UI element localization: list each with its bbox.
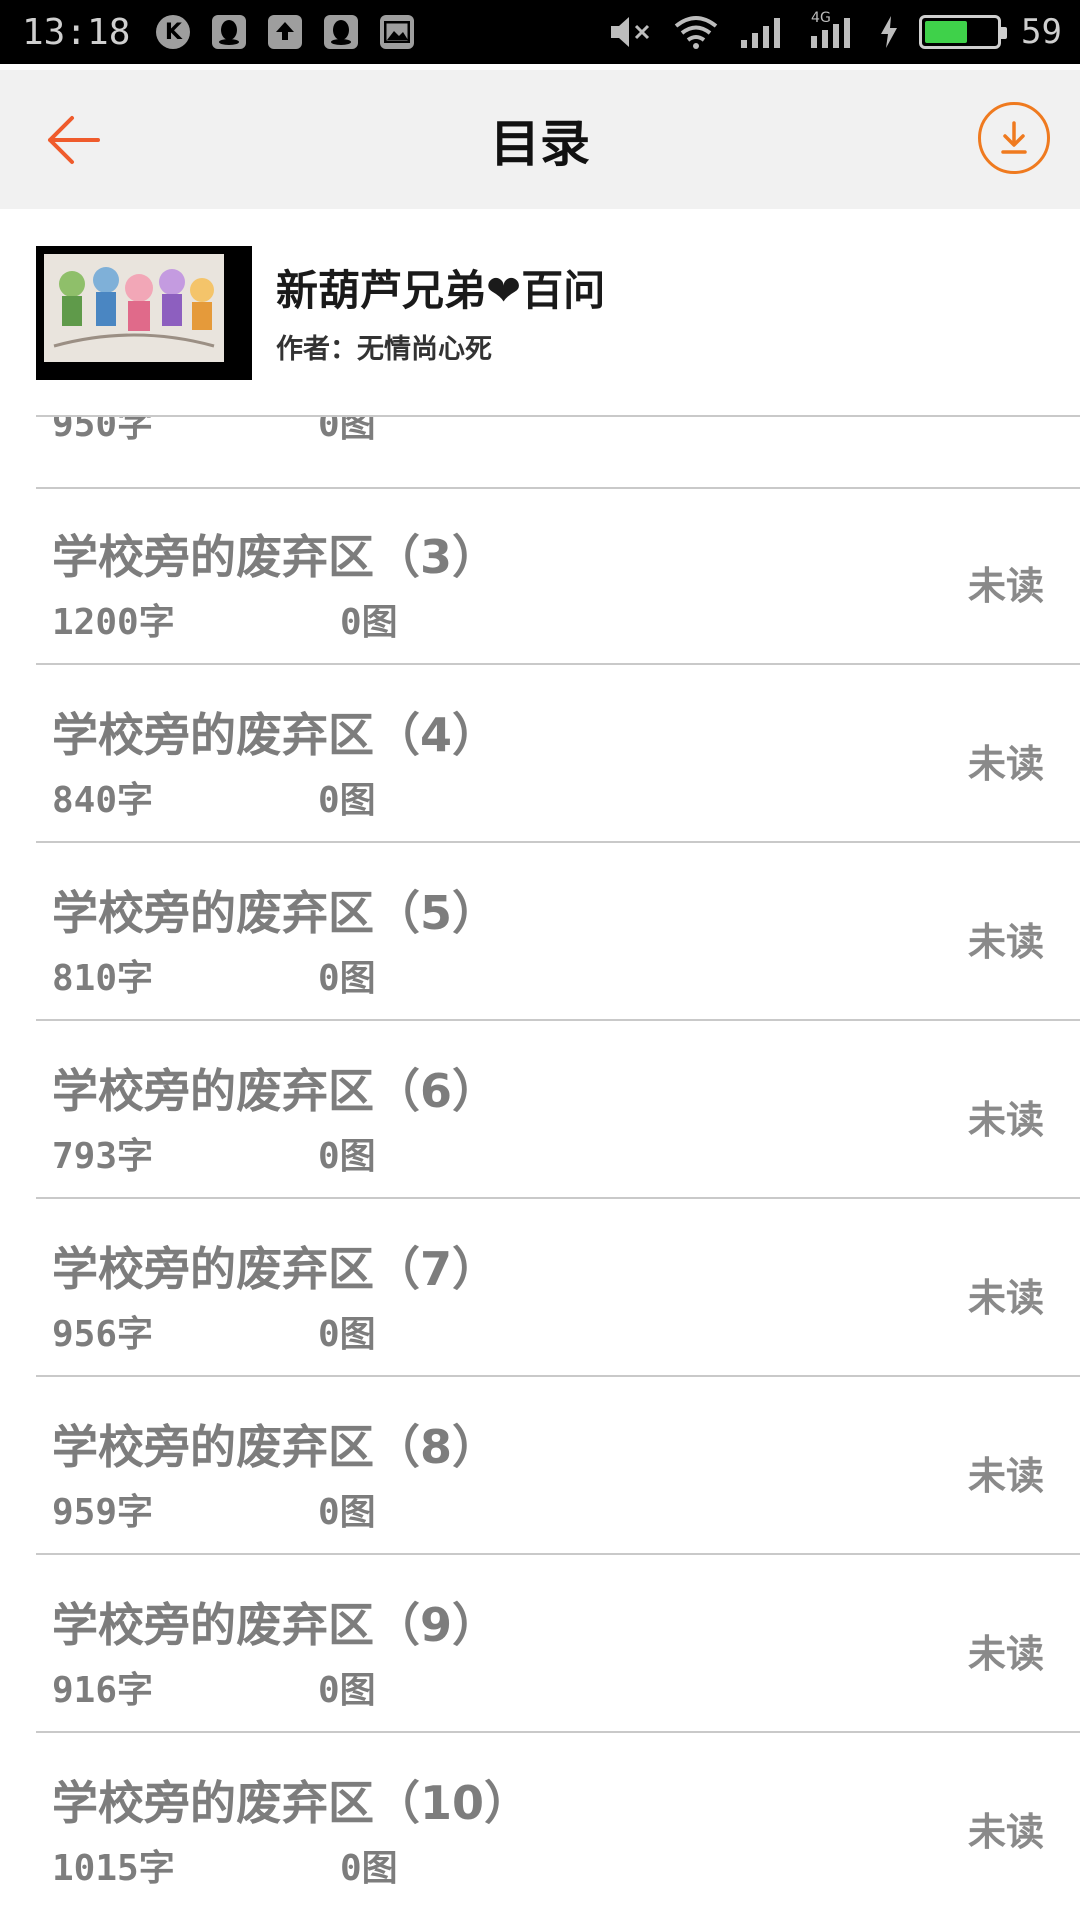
book-title: 新葫芦兄弟❤百问 <box>276 266 606 315</box>
status-time: 13:18 <box>22 11 131 53</box>
signal-icon <box>741 18 781 48</box>
download-icon <box>1001 121 1027 154</box>
read-status: 未读 <box>967 920 1044 964</box>
list-item[interactable]: 学校旁的废弃区（3） 1200字 0图 未读 <box>36 487 1080 665</box>
chapter-title: 学校旁的废弃区（9） <box>52 1598 499 1652</box>
qq-icon <box>324 15 359 49</box>
charging-icon <box>881 16 898 48</box>
list-item-partial[interactable]: 950字 0图 <box>36 417 1080 489</box>
k-icon: K <box>156 15 191 49</box>
chapter-title: 学校旁的废弃区（7） <box>52 1242 499 1296</box>
list-item[interactable]: 学校旁的废弃区（5） 810字 0图 未读 <box>36 843 1080 1021</box>
chapter-title: 学校旁的废弃区（3） <box>52 530 499 584</box>
read-status: 未读 <box>967 1632 1044 1676</box>
chapter-image-count: 0图 <box>340 1848 398 1889</box>
download-button[interactable] <box>978 102 1050 174</box>
qq-icon <box>212 15 247 49</box>
chapter-word-count: 956字 <box>52 1314 154 1355</box>
chapter-image-count: 0图 <box>318 780 376 821</box>
list-item[interactable]: 学校旁的废弃区（4） 840字 0图 未读 <box>36 665 1080 843</box>
chapter-image-count: 0图 <box>318 1136 376 1177</box>
status-bar: 13:18 K 4G 59 <box>0 0 1080 64</box>
chapter-title: 学校旁的废弃区（8） <box>52 1420 499 1474</box>
chapter-word-count: 916字 <box>52 1670 154 1711</box>
read-status: 未读 <box>967 564 1044 608</box>
battery-icon <box>919 15 1008 49</box>
chapter-list[interactable]: 950字 0图 学校旁的废弃区（3） 1200字 0图 未读 学校旁的废弃区（4… <box>0 417 1080 1920</box>
read-status: 未读 <box>967 742 1044 786</box>
read-status: 未读 <box>967 1276 1044 1320</box>
chapter-image-count: 0图 <box>340 602 398 643</box>
mute-icon <box>611 17 650 47</box>
chapter-word-count: 840字 <box>52 780 154 821</box>
chapter-image-count: 0图 <box>318 1314 376 1355</box>
wifi-icon <box>674 16 718 49</box>
chapter-image-count: 0图 <box>318 417 376 445</box>
chapter-word-count: 1015字 <box>52 1848 175 1889</box>
image-icon <box>380 15 415 49</box>
cover-illustration <box>44 254 224 362</box>
book-info: 新葫芦兄弟❤百问 作者：无情尚心死 <box>0 209 1080 417</box>
chapter-title: 学校旁的废弃区（4） <box>52 708 499 762</box>
chapter-title: 学校旁的废弃区（10） <box>52 1776 531 1830</box>
read-status: 未读 <box>967 1454 1044 1498</box>
chapter-word-count: 950字 <box>52 417 154 445</box>
upload-icon <box>268 15 303 49</box>
chapter-title: 学校旁的废弃区（5） <box>52 886 499 940</box>
list-item[interactable]: 学校旁的废弃区（6） 793字 0图 未读 <box>36 1021 1080 1199</box>
list-item[interactable]: 学校旁的废弃区（9） 916字 0图 未读 <box>36 1555 1080 1733</box>
list-item[interactable]: 学校旁的废弃区（8） 959字 0图 未读 <box>36 1377 1080 1555</box>
chapter-word-count: 810字 <box>52 958 154 999</box>
chapter-title: 学校旁的废弃区（6） <box>52 1064 499 1118</box>
read-status: 未读 <box>967 1098 1044 1142</box>
chapter-image-count: 0图 <box>318 1492 376 1533</box>
chapter-image-count: 0图 <box>318 958 376 999</box>
battery-level: 59 <box>1021 12 1062 52</box>
app-header: 目录 <box>0 70 1080 209</box>
notification-icons: K <box>156 15 415 49</box>
system-icons: 4G 59 <box>609 0 1062 64</box>
chapter-word-count: 793字 <box>52 1136 154 1177</box>
book-author: 作者：无情尚心死 <box>276 334 492 365</box>
page-title: 目录 <box>490 115 590 173</box>
chapter-word-count: 959字 <box>52 1492 154 1533</box>
list-item[interactable]: 学校旁的废弃区（10） 1015字 0图 未读 <box>36 1733 1080 1911</box>
chapter-word-count: 1200字 <box>52 602 175 643</box>
list-item[interactable]: 学校旁的废弃区（7） 956字 0图 未读 <box>36 1199 1080 1377</box>
signal-4g-icon: 4G <box>809 10 859 50</box>
chapter-image-count: 0图 <box>318 1670 376 1711</box>
read-status: 未读 <box>967 1810 1044 1854</box>
book-cover <box>36 246 252 380</box>
